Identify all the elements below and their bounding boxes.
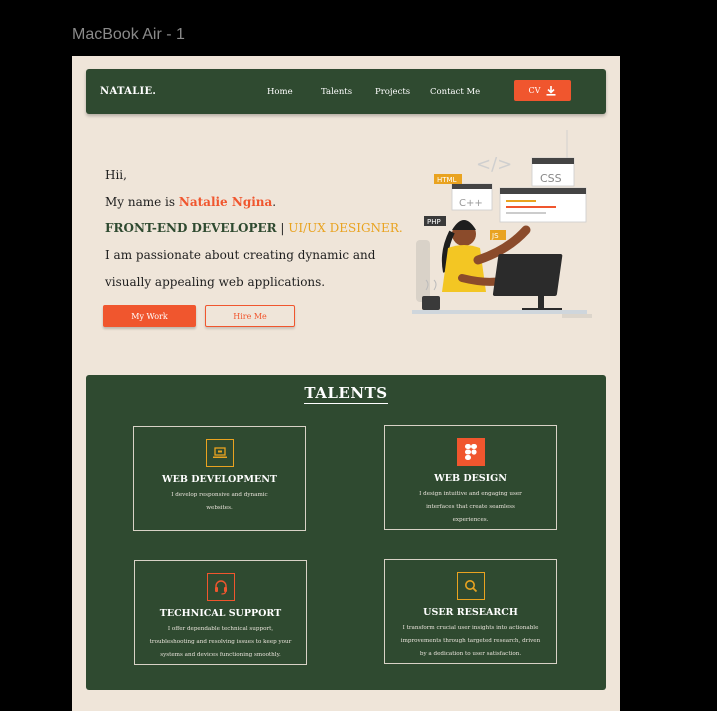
hero-name-line: My name is Natalie Ngina.: [105, 195, 276, 209]
frame-label: MacBook Air - 1: [72, 26, 185, 43]
talent-card-user-research[interactable]: USER RESEARCH I transform crucial user i…: [384, 559, 557, 664]
talent-card-web-design[interactable]: WEB DESIGN I design intuitive and engagi…: [384, 425, 557, 530]
card-description: I design intuitive and engaging user int…: [419, 491, 522, 523]
role-separator: |: [276, 221, 289, 235]
card-title: TECHNICAL SUPPORT: [159, 608, 282, 619]
cv-download-button[interactable]: CV: [514, 80, 571, 101]
my-work-button[interactable]: My Work: [103, 305, 196, 327]
cv-label: CV: [528, 86, 541, 95]
role-frontend: FRONT-END DEVELOPER: [105, 221, 277, 235]
card-description: I develop responsive and dynamic website…: [171, 492, 268, 511]
figma-icon: [457, 438, 485, 466]
card-title: WEB DESIGN: [434, 473, 507, 484]
name-prefix: My name is: [105, 195, 179, 209]
developer-illustration: CSS C++ HTML PHP JS </>: [412, 130, 592, 318]
talents-section: TALENTS WEB DEVELOPMENT I develop respon…: [86, 375, 606, 690]
hero-tagline-1: I am passionate about creating dynamic a…: [105, 248, 376, 262]
html-label: HTML: [437, 176, 457, 184]
talents-title: TALENTS: [304, 384, 388, 404]
js-label: JS: [491, 232, 499, 240]
nav-link-contact[interactable]: Contact Me: [430, 87, 480, 97]
card-title: USER RESEARCH: [423, 607, 518, 618]
php-label: PHP: [427, 218, 441, 226]
talent-card-technical-support[interactable]: TECHNICAL SUPPORT I offer dependable tec…: [134, 560, 307, 665]
navbar: NATALIE. Home Talents Projects Contact M…: [86, 69, 606, 114]
svg-text:</>: </>: [476, 154, 512, 175]
laptop-icon: [206, 439, 234, 467]
card-description: I transform crucial user insights into a…: [400, 625, 541, 657]
hire-me-button[interactable]: Hire Me: [205, 305, 295, 327]
role-uiux: UI/UX DESIGNER.: [288, 221, 403, 235]
talent-card-web-development[interactable]: WEB DEVELOPMENT I develop responsive and…: [133, 426, 306, 531]
headset-icon: [207, 573, 235, 601]
hero-roles: FRONT-END DEVELOPER | UI/UX DESIGNER.: [105, 221, 403, 235]
card-title: WEB DEVELOPMENT: [162, 474, 277, 485]
nav-link-home[interactable]: Home: [267, 87, 293, 97]
page-canvas: NATALIE. Home Talents Projects Contact M…: [72, 56, 620, 711]
cpp-label: C++: [459, 198, 483, 209]
hero-tagline-2: visually appealing web applications.: [105, 275, 326, 289]
download-icon: [546, 85, 556, 96]
css-label: CSS: [540, 172, 562, 185]
nav-link-projects[interactable]: Projects: [375, 87, 410, 97]
logo[interactable]: NATALIE.: [100, 86, 156, 97]
card-description: I offer dependable technical support, tr…: [149, 626, 292, 658]
hero-greeting: Hii,: [105, 168, 127, 182]
nav-link-talents[interactable]: Talents: [321, 87, 352, 97]
hero-name: Natalie Ngina: [178, 195, 273, 209]
search-icon: [457, 572, 485, 600]
name-suffix: .: [272, 195, 277, 209]
